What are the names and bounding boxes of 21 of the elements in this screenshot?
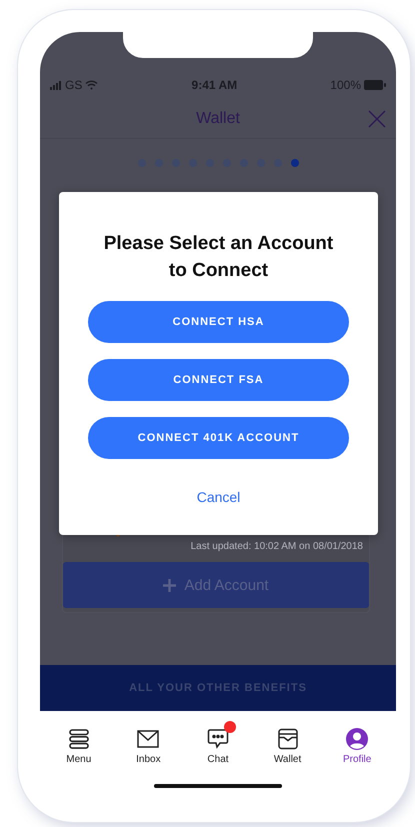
close-icon[interactable] — [368, 110, 386, 128]
connect-button[interactable]: CONNECT FSA — [88, 359, 349, 401]
tab-item[interactable]: Menu — [50, 721, 107, 765]
connect-button[interactable]: CONNECT 401K ACCOUNT — [88, 417, 349, 459]
dialog-title: Please Select an Account to Connect — [102, 232, 334, 283]
signal-icon — [50, 80, 62, 90]
tab-item[interactable]: Chat — [190, 721, 246, 765]
tab-item[interactable]: Wallet — [260, 721, 316, 765]
connect-button[interactable]: CONNECT HSA — [88, 301, 349, 343]
plus-icon — [163, 578, 176, 592]
battery-icon — [364, 80, 386, 90]
cancel-button[interactable]: Cancel — [196, 489, 240, 505]
page-dot[interactable] — [290, 159, 298, 167]
wifi-icon — [85, 80, 98, 90]
last-updated-text: Last updated: 10:02 AM on 08/01/2018 — [190, 541, 363, 552]
tab-item[interactable]: Profile — [329, 721, 386, 765]
wallet-icon — [276, 727, 300, 751]
profile-icon — [345, 727, 370, 751]
tab-item[interactable]: Inbox — [120, 721, 176, 765]
menu-icon — [66, 727, 91, 751]
chat-icon — [206, 727, 230, 751]
